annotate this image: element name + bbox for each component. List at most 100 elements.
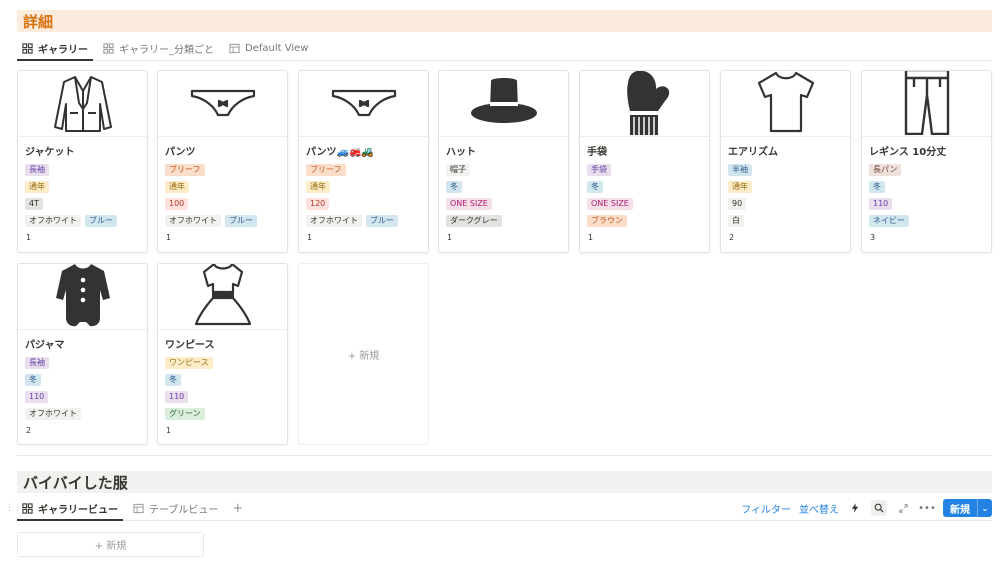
new-card-label: + 新規: [94, 541, 127, 552]
card-property: 通年: [306, 178, 421, 195]
card-property: 100: [165, 195, 280, 212]
property-tag: オフホワイト: [165, 214, 221, 227]
card-property: 90: [728, 195, 843, 212]
filter-button[interactable]: フィルター: [741, 501, 791, 516]
new-button[interactable]: 新規 ⌄: [943, 499, 992, 517]
property-tag: ONE SIZE: [587, 197, 633, 210]
lightning-icon[interactable]: [847, 500, 863, 516]
property-tag: 冬: [25, 373, 41, 386]
card-property: 120: [306, 195, 421, 212]
gallery-card[interactable]: エアリズム 半袖 通年 90 白 2: [720, 70, 851, 253]
card-property: 白: [728, 212, 843, 229]
section-title-goodbye[interactable]: バイバイした服: [17, 471, 992, 493]
tab-gallery-view[interactable]: ギャラリービュー: [17, 496, 123, 521]
card-property: 3: [869, 229, 984, 246]
gallery-card[interactable]: ワンピース ワンピース冬 110 グリーン 1: [157, 263, 288, 445]
search-icon[interactable]: [871, 500, 887, 516]
chevron-down-icon[interactable]: ⌄: [977, 499, 992, 517]
gallery-card[interactable]: ジャケット 長袖 通年 4T オフホワイト ブルー 1: [17, 70, 148, 253]
underwear-icon: [329, 71, 399, 139]
card-cover: [158, 71, 287, 137]
count-value: 3: [870, 233, 876, 242]
tab-table-view[interactable]: テーブルビュー: [128, 496, 223, 520]
property-tag: 長袖: [25, 163, 49, 176]
hat-icon: [469, 71, 539, 139]
card-property: 長袖: [25, 354, 140, 371]
card-title: エアリズム: [728, 147, 778, 158]
more-icon[interactable]: •••: [918, 500, 936, 516]
trousers-icon: [892, 71, 962, 139]
card-property: オフホワイト ブルー: [306, 212, 421, 229]
gallery-card[interactable]: パンツ ブリーフ 通年 100 オフホワイト ブルー 1: [157, 70, 288, 253]
count-value: 1: [166, 426, 172, 435]
new-button-label[interactable]: 新規: [943, 499, 977, 517]
property-tag: 長袖: [25, 356, 49, 369]
tab-gallery-by-category[interactable]: ギャラリー_分類ごと: [98, 36, 219, 60]
card-title: 手袋: [587, 147, 607, 158]
gallery-card[interactable]: レギンス 10分丈 長パン冬 110 ネイビー 3: [861, 70, 992, 253]
property-tag: ブルー: [366, 214, 398, 227]
card-property: ダークグレー: [446, 212, 561, 229]
count-value: 1: [307, 233, 313, 242]
count-value: 2: [26, 426, 32, 435]
property-tag: 120: [306, 197, 330, 210]
card-cover: [299, 71, 428, 137]
card-title: パンツ: [165, 147, 196, 158]
new-card-label: + 新規: [347, 350, 380, 362]
romper-icon: [48, 264, 118, 332]
sort-button[interactable]: 並べ替え: [799, 501, 839, 516]
property-tag: 100: [165, 197, 189, 210]
add-view-button[interactable]: +: [228, 496, 247, 520]
card-property: ネイビー: [869, 212, 984, 229]
property-tag: 110: [869, 197, 893, 210]
property-tag: 冬: [165, 373, 181, 386]
tab-gallery[interactable]: ギャラリー: [17, 36, 93, 61]
card-property: オフホワイト ブルー: [25, 212, 140, 229]
card-property: 手袋: [587, 161, 702, 178]
property-tag: 90: [728, 197, 747, 210]
mitten-icon: [610, 71, 680, 139]
expand-icon[interactable]: [895, 500, 911, 516]
card-property: 110: [869, 195, 984, 212]
tab-default-view[interactable]: Default View: [224, 36, 313, 60]
property-tag: オフホワイト: [25, 407, 81, 420]
property-tag: ONE SIZE: [446, 197, 492, 210]
divider: [17, 455, 992, 456]
card-property: 長袖: [25, 161, 140, 178]
card-title: ジャケット: [25, 147, 75, 158]
gallery-grid-icon: [22, 502, 33, 514]
card-property: 通年: [25, 178, 140, 195]
card-property: 冬: [587, 178, 702, 195]
new-card-button-goodbye[interactable]: + 新規: [17, 532, 204, 557]
property-tag: 冬: [587, 180, 603, 193]
section-title-details[interactable]: 詳細: [17, 10, 992, 32]
tshirt-icon: [751, 71, 821, 139]
card-property: 1: [446, 229, 561, 246]
property-tag: ダークグレー: [446, 214, 502, 227]
card-title: パンツ🚙🚒🚜: [306, 147, 374, 158]
dress-icon: [188, 264, 258, 332]
card-property: 1: [587, 229, 702, 246]
property-tag: ブリーフ: [165, 163, 205, 176]
card-cover: [721, 71, 850, 137]
property-tag: 通年: [165, 180, 189, 193]
property-tag: 手袋: [587, 163, 611, 176]
card-property: 4T: [25, 195, 140, 212]
property-tag: 通年: [25, 180, 49, 193]
table-icon: [229, 43, 240, 54]
card-property: ONE SIZE: [446, 195, 561, 212]
gallery-card[interactable]: パンツ🚙🚒🚜 ブリーフ 通年 120 オフホワイト ブルー 1: [298, 70, 429, 253]
card-property: 半袖: [728, 161, 843, 178]
new-card-button[interactable]: + 新規: [298, 263, 429, 445]
card-cover: [439, 71, 568, 137]
card-property: ブラウン: [587, 212, 702, 229]
property-tag: 冬: [446, 180, 462, 193]
card-property: 110: [25, 388, 140, 405]
card-property: 1: [306, 229, 421, 246]
gallery-card[interactable]: パジャマ 長袖冬 110 オフホワイト 2: [17, 263, 148, 445]
gallery-card[interactable]: 手袋 手袋冬 ONE SIZE ブラウン 1: [579, 70, 710, 253]
gallery-card[interactable]: ハット 帽子冬 ONE SIZE ダークグレー 1: [438, 70, 569, 253]
card-property: 110: [165, 388, 280, 405]
jacket-icon: [48, 71, 118, 139]
property-tag: 長パン: [869, 163, 902, 176]
